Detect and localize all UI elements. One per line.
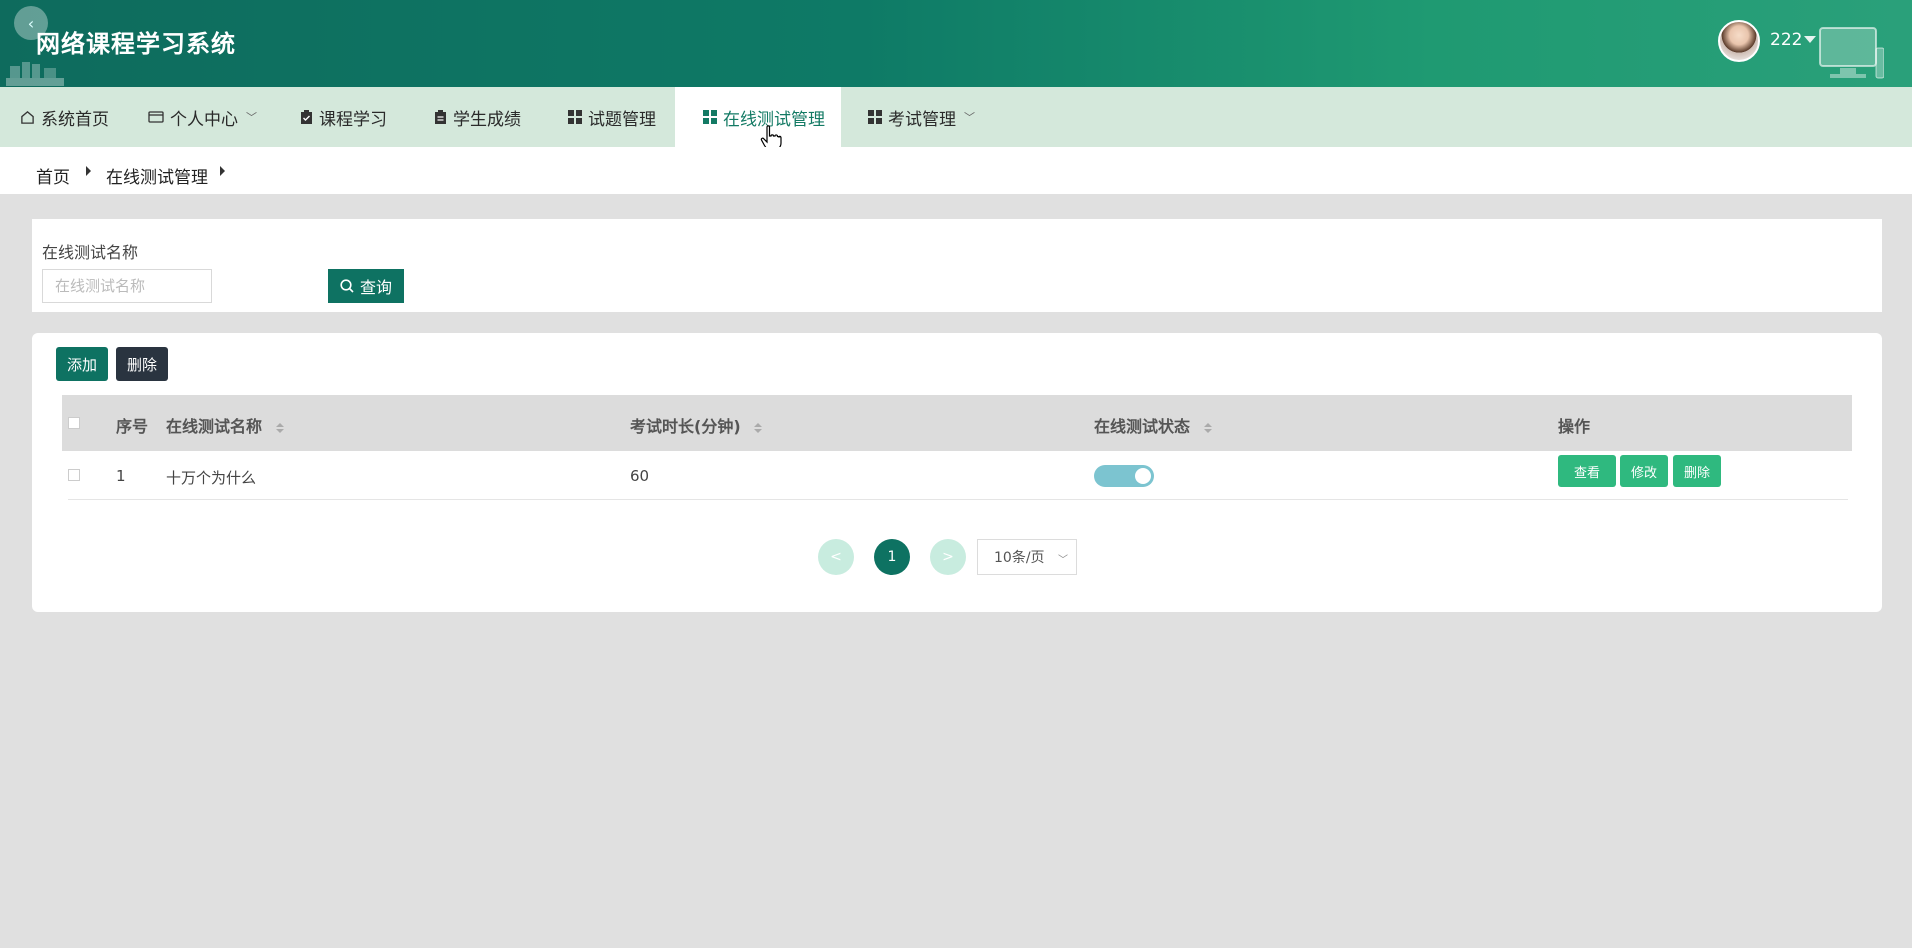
search-input[interactable] [42,269,212,303]
toggle-knob [1135,468,1151,484]
cell-name: 十万个为什么 [166,469,257,487]
select-all-checkbox[interactable] [68,417,80,429]
chevron-down-icon: ﹀ [246,111,257,124]
nav-label: 个人中心 [170,109,238,130]
nav-item-grades[interactable]: 学生成绩 [434,87,521,147]
grid-icon [703,110,717,124]
card-icon [148,111,164,123]
cell-index: 1 [116,467,126,485]
breadcrumb-arrow-icon [220,166,225,176]
grid-icon [568,110,582,124]
nav-item-personal[interactable]: 个人中心 ﹀ [148,87,257,147]
breadcrumb-arrow-icon [86,166,91,176]
nav-item-questions[interactable]: 试题管理 [568,87,656,147]
table-row: 1 十万个为什么 60 查看 修改 删除 [68,451,1848,500]
row-delete-button[interactable]: 删除 [1673,455,1721,487]
table-header: 序号 在线测试名称 考试时长(分钟) 在线测试状态 操作 [62,395,1852,451]
column-header-index: 序号 [116,417,149,436]
nav-item-exam[interactable]: 考试管理 ﹀ [868,87,975,147]
query-button-label: 查询 [359,278,392,297]
column-header-label: 考试时长(分钟) [630,417,741,436]
nav-item-home[interactable]: 系统首页 [20,87,109,147]
edit-button[interactable]: 修改 [1620,455,1668,487]
sort-icon[interactable] [1203,422,1212,433]
view-button[interactable]: 查看 [1558,455,1616,487]
search-label: 在线测试名称 [42,243,139,262]
search-panel: 在线测试名称 查询 [32,219,1882,312]
pagination-next-button[interactable]: > [930,539,966,575]
cell-duration: 60 [630,467,650,485]
nav-item-course[interactable]: 课程学习 [300,87,387,147]
sort-icon[interactable] [754,422,763,433]
breadcrumb-current: 在线测试管理 [106,168,208,188]
username[interactable]: 222 [1770,30,1802,50]
nav-label: 学生成绩 [453,109,521,130]
chevron-down-icon: ﹀ [964,111,975,124]
column-header-label: 在线测试名称 [166,417,263,436]
monitor-icon [1819,27,1884,79]
breadcrumb-home[interactable]: 首页 [36,163,70,188]
row-checkbox[interactable] [68,469,80,481]
home-icon [21,110,34,124]
column-header-status[interactable]: 在线测试状态 [1094,413,1212,437]
app-title: 网络课程学习系统 [36,30,236,58]
page-size-label: 10条/页 [994,550,1045,566]
chevron-down-icon: ﹀ [1058,555,1068,566]
grid-icon [868,110,882,124]
top-nav: 系统首页 个人中心 ﹀ 课程学习 学生成绩 试题管理 在线测试管理 考试管理 ﹀ [0,87,1912,147]
nav-item-online-test[interactable]: 在线测试管理 [675,87,841,147]
clipboard-icon [301,109,312,124]
clipboard-icon [435,109,446,124]
page-size-select[interactable]: 10条/页 ﹀ [977,539,1077,575]
add-button[interactable]: 添加 [56,347,108,381]
pagination-prev-button[interactable]: < [818,539,854,575]
avatar[interactable] [1718,20,1760,62]
column-header-actions: 操作 [1558,417,1591,436]
column-header-duration[interactable]: 考试时长(分钟) [630,413,763,437]
nav-label: 系统首页 [41,109,109,130]
books-icon [6,62,64,86]
pagination-page-1[interactable]: 1 [874,539,910,575]
nav-label: 考试管理 [888,109,956,130]
column-header-name[interactable]: 在线测试名称 [166,413,284,437]
app-header: ‹ 网络课程学习系统 222 [0,0,1912,87]
table-panel: 添加 删除 序号 在线测试名称 考试时长(分钟) 在线测试状态 操作 1 十万个… [32,333,1882,612]
search-icon [340,279,354,293]
column-header-label: 在线测试状态 [1094,417,1191,436]
query-button[interactable]: 查询 [328,269,404,303]
nav-label: 课程学习 [319,109,387,130]
delete-button[interactable]: 删除 [116,347,168,381]
user-dropdown-caret-icon[interactable] [1804,36,1816,43]
breadcrumb: 首页 在线测试管理 [0,147,1912,194]
nav-label: 试题管理 [588,109,656,130]
status-toggle[interactable] [1094,465,1154,487]
sort-icon[interactable] [275,422,284,433]
